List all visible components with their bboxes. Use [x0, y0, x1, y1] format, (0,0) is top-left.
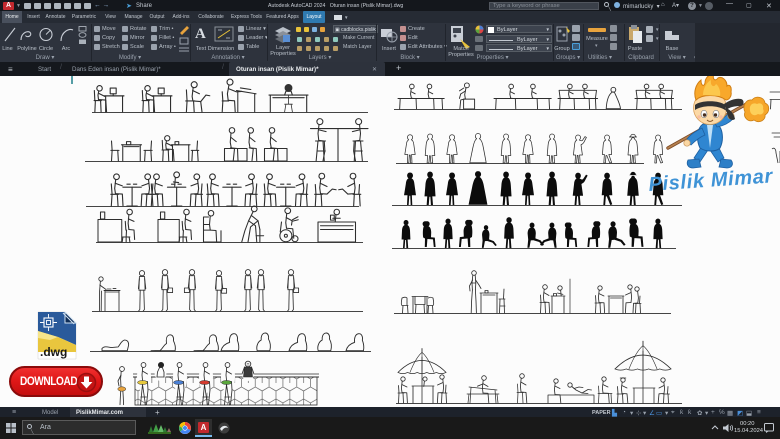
- svg-text:Pislik Mimar: Pislik Mimar: [648, 165, 774, 196]
- svg-text:.dwg: .dwg: [40, 345, 67, 359]
